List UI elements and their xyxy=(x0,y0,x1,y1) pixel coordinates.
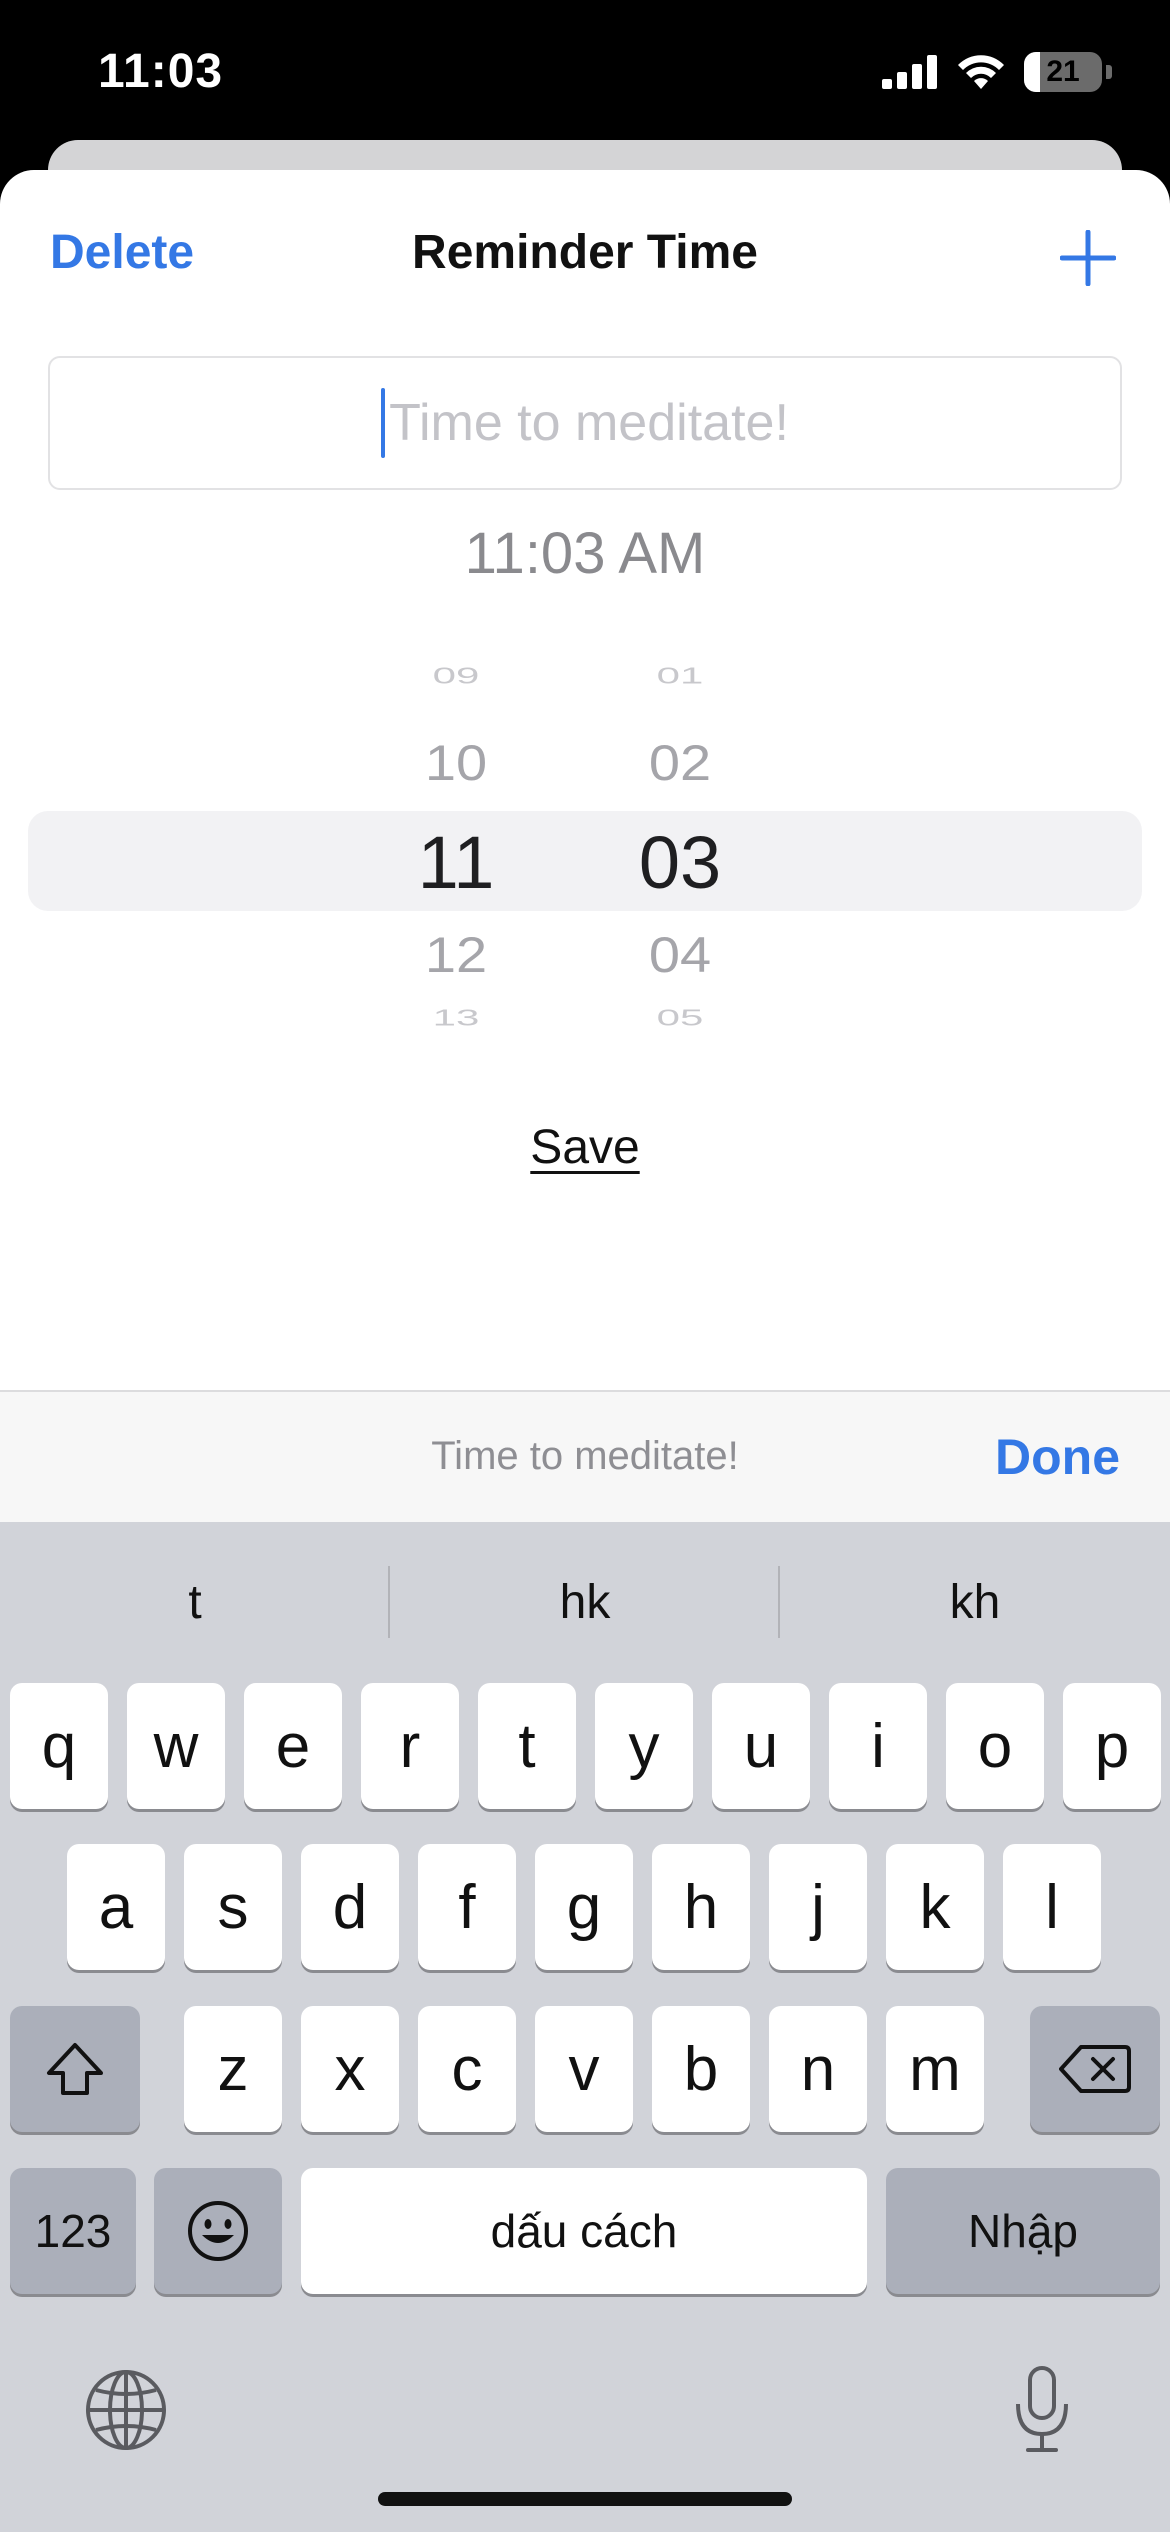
battery-percent: 21 xyxy=(1046,55,1080,88)
cellular-signal-icon xyxy=(882,55,937,89)
suggestion-item[interactable]: t xyxy=(0,1562,390,1642)
key-b[interactable]: b xyxy=(652,2006,750,2132)
hour-option[interactable]: 09 xyxy=(356,663,556,689)
hour-wheel[interactable]: 09 10 11 12 13 xyxy=(356,650,556,1050)
space-key[interactable]: dấu cách xyxy=(301,2168,867,2294)
key-m[interactable]: m xyxy=(886,2006,984,2132)
minute-option[interactable]: 01 xyxy=(580,663,780,689)
save-button[interactable]: Save xyxy=(0,1120,1170,1175)
numbers-key[interactable]: 123 xyxy=(10,2168,136,2294)
plus-icon[interactable] xyxy=(1060,230,1116,286)
return-key[interactable]: Nhập xyxy=(886,2168,1160,2294)
key-j[interactable]: j xyxy=(769,1844,867,1970)
save-button-label[interactable]: Save xyxy=(530,1121,639,1174)
hour-option[interactable]: 10 xyxy=(356,733,556,792)
keyboard: t hk kh q w e r t y u i o p a s d f g h … xyxy=(0,1522,1170,2532)
shift-icon xyxy=(47,2043,103,2095)
reminder-sheet: Delete Reminder Time Time to meditate! 1… xyxy=(0,170,1170,1392)
key-d[interactable]: d xyxy=(301,1844,399,1970)
minute-wheel[interactable]: 01 02 03 04 05 xyxy=(580,650,780,1050)
minute-option[interactable]: 02 xyxy=(580,733,780,792)
suggestion-item[interactable]: hk xyxy=(390,1562,780,1642)
backspace-icon xyxy=(1059,2045,1131,2093)
text-caret xyxy=(381,388,386,458)
key-p[interactable]: p xyxy=(1063,1683,1161,1809)
hour-option[interactable]: 12 xyxy=(356,925,556,984)
page-title: Reminder Time xyxy=(412,226,758,279)
key-a[interactable]: a xyxy=(67,1844,165,1970)
microphone-icon[interactable] xyxy=(1010,2364,1074,2456)
keyboard-accessory-bar: Time to meditate! Done xyxy=(0,1390,1170,1522)
shift-key[interactable] xyxy=(10,2006,140,2132)
nav-bar: Delete Reminder Time xyxy=(0,170,1170,340)
key-c[interactable]: c xyxy=(418,2006,516,2132)
emoji-icon xyxy=(188,2201,248,2261)
key-s[interactable]: s xyxy=(184,1844,282,1970)
minute-option[interactable]: 05 xyxy=(580,1005,780,1031)
key-w[interactable]: w xyxy=(127,1683,225,1809)
status-icons: 21 xyxy=(882,50,1112,94)
key-e[interactable]: e xyxy=(244,1683,342,1809)
key-t[interactable]: t xyxy=(478,1683,576,1809)
key-o[interactable]: o xyxy=(946,1683,1044,1809)
done-button[interactable]: Done xyxy=(995,1428,1120,1486)
reminder-text-input[interactable]: Time to meditate! xyxy=(48,356,1122,490)
status-bar: 11:03 21 xyxy=(0,0,1170,150)
key-n[interactable]: n xyxy=(769,2006,867,2132)
backspace-key[interactable] xyxy=(1030,2006,1160,2132)
key-i[interactable]: i xyxy=(829,1683,927,1809)
reminder-placeholder: Time to meditate! xyxy=(389,394,789,452)
key-g[interactable]: g xyxy=(535,1844,633,1970)
key-u[interactable]: u xyxy=(712,1683,810,1809)
battery-nub xyxy=(1106,65,1112,79)
status-time: 11:03 xyxy=(98,45,224,98)
globe-icon[interactable] xyxy=(84,2368,168,2452)
suggestion-item[interactable]: kh xyxy=(780,1562,1170,1642)
key-q[interactable]: q xyxy=(10,1683,108,1809)
key-h[interactable]: h xyxy=(652,1844,750,1970)
key-r[interactable]: r xyxy=(361,1683,459,1809)
hour-option-selected[interactable]: 11 xyxy=(356,820,556,905)
time-picker[interactable]: 09 10 11 12 13 01 02 03 04 05 xyxy=(0,650,1170,1050)
suggestion-bar: t hk kh xyxy=(0,1562,1170,1642)
selected-time-display: 11:03 AM xyxy=(464,521,706,586)
minute-option[interactable]: 04 xyxy=(580,925,780,984)
home-indicator xyxy=(378,2492,792,2506)
hour-option[interactable]: 13 xyxy=(356,1005,556,1031)
key-l[interactable]: l xyxy=(1003,1844,1101,1970)
key-y[interactable]: y xyxy=(595,1683,693,1809)
key-v[interactable]: v xyxy=(535,2006,633,2132)
key-x[interactable]: x xyxy=(301,2006,399,2132)
emoji-key[interactable] xyxy=(154,2168,282,2294)
key-k[interactable]: k xyxy=(886,1844,984,1970)
minute-option-selected[interactable]: 03 xyxy=(580,820,780,905)
battery-icon: 21 xyxy=(1024,52,1102,92)
key-f[interactable]: f xyxy=(418,1844,516,1970)
key-z[interactable]: z xyxy=(184,2006,282,2132)
wifi-icon xyxy=(958,55,1004,89)
